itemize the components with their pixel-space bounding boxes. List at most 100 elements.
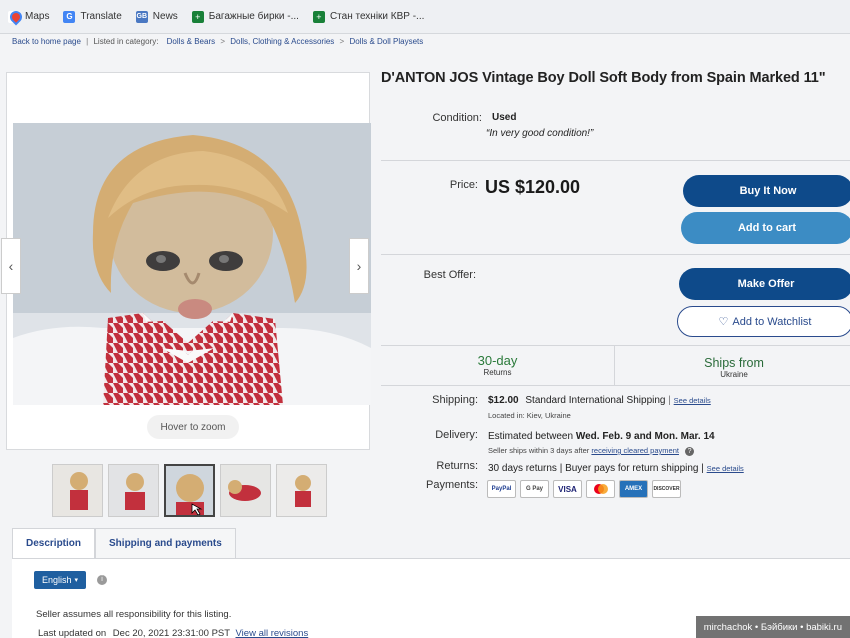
chevron-down-icon: ▾ — [74, 577, 79, 584]
maps-icon — [8, 10, 20, 23]
paypal-logo: PayPal — [487, 480, 516, 498]
returns-days: 30-day — [477, 353, 518, 368]
thumbnail-strip — [52, 464, 327, 517]
best-offer-label: Best Offer: — [423, 269, 476, 281]
shipping-cost: $12.00 — [488, 395, 519, 406]
help-icon[interactable]: ? — [685, 447, 695, 456]
bookmark-news[interactable]: GB News — [135, 10, 178, 23]
shipping-method: Standard International Shipping — [525, 395, 666, 406]
condition-label: Condition: — [432, 112, 482, 124]
bookmark-label: Стан техніки КВР -... — [329, 11, 425, 22]
add-to-watchlist-button[interactable]: ♡ Add to Watchlist — [677, 306, 850, 337]
buy-it-now-button[interactable]: Buy It Now — [683, 175, 850, 207]
cleared-payment-link[interactable]: receiving cleared payment — [591, 446, 679, 455]
price-label: Price: — [449, 179, 478, 191]
view-revisions-link[interactable]: View all revisions — [236, 628, 309, 638]
thumbnail[interactable] — [52, 464, 103, 517]
bookmark-label: News — [152, 11, 178, 22]
bookmark-maps[interactable]: Maps — [8, 10, 49, 23]
thumbnail[interactable] — [108, 464, 159, 517]
divider — [381, 160, 850, 161]
condition-note: “In very good condition!” — [486, 128, 594, 139]
thumbnail-image — [166, 466, 213, 515]
returns-see-details-link[interactable]: See details — [707, 464, 744, 473]
thumbnail-image — [221, 465, 270, 516]
tab-description[interactable]: Description — [12, 528, 96, 558]
ships-from-label: Ships from — [704, 356, 764, 370]
category-link-playsets[interactable]: Dolls & Doll Playsets — [349, 37, 423, 46]
condition-value: Used — [492, 112, 517, 123]
chevron-right-icon: › — [356, 258, 362, 274]
breadcrumb: Back to home page | Listed in category: … — [12, 37, 424, 46]
last-updated-line: Last updated on Dec 20, 2021 23:31:00 PS… — [38, 628, 308, 638]
located-in: Located in: Kiev, Ukraine — [488, 411, 571, 420]
thumbnail-selected[interactable] — [164, 464, 215, 517]
hover-to-zoom-hint: Hover to zoom — [147, 415, 239, 439]
listed-in-label: Listed in category: — [93, 37, 159, 46]
bookmark-label: Translate — [80, 11, 122, 22]
ships-from-badge: Ships from Ukraine — [675, 356, 793, 379]
bookmark-bagazhnye[interactable]: + Багажные бирки -... — [191, 10, 299, 23]
divider — [381, 345, 850, 346]
doll-photo-illustration — [13, 123, 371, 405]
delivery-note-line: Seller ships within 3 days after receivi… — [488, 446, 695, 456]
shipping-line: $12.00 Standard International Shipping |… — [488, 395, 711, 406]
sheets-icon: + — [312, 10, 325, 23]
returns-line: 30 days returns | Buyer pays for return … — [488, 463, 744, 474]
browser-screen: Maps G Translate GB News + Багажные бирк… — [0, 0, 850, 638]
returns-badge-label: Returns — [483, 368, 512, 377]
responsibility-text: Seller assumes all responsibility for th… — [36, 609, 232, 620]
bookmark-translate[interactable]: G Translate — [63, 10, 122, 23]
category-link-dolls-bears[interactable]: Dolls & Bears — [167, 37, 215, 46]
tab-shipping-payments[interactable]: Shipping and payments — [95, 528, 236, 558]
heart-icon: ♡ — [718, 316, 729, 328]
payment-logos: PayPal G Pay VISA AMEX DISCOVER — [487, 480, 681, 498]
delivery-label: Delivery: — [435, 429, 478, 441]
add-to-cart-button[interactable]: Add to cart — [681, 212, 850, 244]
delivery-note: Seller ships within 3 days after — [488, 446, 590, 455]
delivery-line: Estimated between Wed. Feb. 9 and Mon. M… — [488, 431, 715, 442]
back-home-link[interactable]: Back to home page — [12, 37, 81, 46]
last-updated-value: Dec 20, 2021 23:31:00 PST — [112, 628, 230, 638]
mastercard-logo — [586, 480, 615, 498]
thumbnail[interactable] — [220, 464, 271, 517]
price-value: US $120.00 — [485, 177, 581, 197]
visa-logo: VISA — [553, 480, 582, 498]
shipping-label: Shipping: — [432, 394, 478, 406]
discover-logo: DISCOVER — [652, 480, 681, 498]
chevron-left-icon: ‹ — [8, 258, 14, 274]
prev-image-button[interactable]: ‹ — [1, 238, 21, 294]
next-image-button[interactable]: › — [349, 238, 369, 294]
make-offer-button[interactable]: Make Offer — [679, 268, 850, 300]
language-select[interactable]: English ▾ — [34, 571, 87, 589]
shipping-see-details-link[interactable]: See details — [674, 396, 711, 405]
watermark: mirchachok • Бэйбики • babiki.ru — [695, 616, 850, 638]
delivery-prefix: Estimated between — [488, 431, 574, 442]
thumbnail-image — [53, 465, 102, 516]
bookmark-stan[interactable]: + Стан техніки КВР -... — [312, 10, 425, 23]
gpay-logo: G Pay — [520, 480, 549, 498]
category-link-dolls-clothing[interactable]: Dolls, Clothing & Accessories — [230, 37, 334, 46]
mastercard-icon — [593, 484, 608, 494]
bookmark-label: Багажные бирки -... — [208, 11, 299, 22]
divider — [614, 345, 615, 385]
returns-text: 30 days returns | Buyer pays for return … — [488, 463, 704, 474]
thumbnail[interactable] — [276, 464, 327, 517]
translate-icon: G — [63, 10, 76, 23]
divider — [381, 385, 850, 386]
sheets-icon: + — [191, 10, 204, 23]
main-product-photo[interactable] — [13, 123, 371, 405]
info-icon[interactable]: i — [97, 575, 107, 585]
payments-label: Payments: — [426, 479, 478, 491]
thumbnail-image — [109, 465, 158, 516]
returns-badge: 30-day Returns — [440, 353, 555, 377]
ships-from-value: Ukraine — [720, 370, 748, 379]
last-updated-label: Last updated on — [38, 628, 107, 638]
language-value: English — [42, 575, 72, 585]
delivery-range: Wed. Feb. 9 and Mon. Mar. 14 — [575, 431, 715, 442]
thumbnail-image — [277, 465, 326, 516]
returns-label: Returns: — [436, 460, 478, 472]
bookmarks-bar: Maps G Translate GB News + Багажные бирк… — [0, 0, 850, 34]
tab-bar: Description Shipping and payments — [12, 528, 236, 558]
watchlist-label: Add to Watchlist — [732, 315, 812, 328]
